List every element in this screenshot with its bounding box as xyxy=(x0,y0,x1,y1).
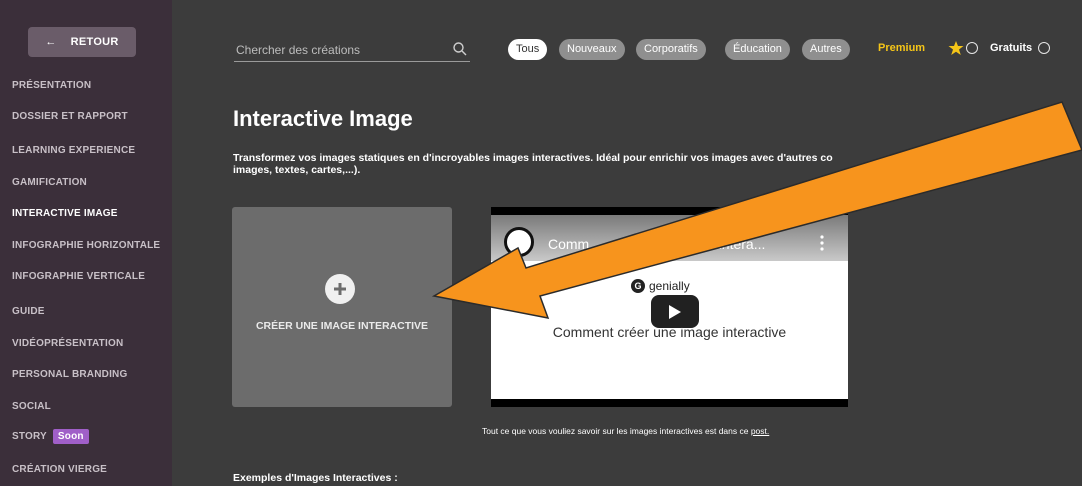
sidebar-item-personal-branding[interactable]: PERSONAL BRANDING xyxy=(12,369,127,380)
sidebar-item-label: LEARNING EXPERIENCE xyxy=(12,145,136,156)
app-window: ← RETOUR PRÉSENTATION DOSSIER ET RAPPORT… xyxy=(0,0,1082,486)
description-line-2: images, textes, cartes,...). xyxy=(233,164,361,176)
video-title-end: ge intera... xyxy=(699,236,766,252)
description-line-1: Transformez vos images statiques en d'in… xyxy=(233,152,833,164)
video-subtitle: Comment créer une image interactive xyxy=(552,324,787,340)
examples-heading: Exemples d'Images Interactives : xyxy=(233,472,398,484)
premium-label: Premium xyxy=(878,42,926,54)
plus-icon xyxy=(325,274,355,304)
sidebar-item-interactive-image[interactable]: INTERACTIVE IMAGE xyxy=(12,208,118,219)
sidebar-item-presentation[interactable]: PRÉSENTATION xyxy=(12,80,91,91)
video-frame: Comm ge intera... G genially Comment crée… xyxy=(491,215,848,399)
arrow-left-icon: ← xyxy=(45,36,57,48)
sidebar-item-label: CRÉATION VIERGE xyxy=(12,464,108,475)
description-line-1-end: vidéos, xyxy=(955,152,992,164)
sidebar-item-label: INFOGRAPHIE HORIZONTALE xyxy=(12,240,161,251)
sidebar-item-videopresentation[interactable]: VIDÉOPRÉSENTATION xyxy=(12,338,123,349)
page-description: Transformez vos images statiques en d'in… xyxy=(233,152,1063,176)
sidebar-item-social[interactable]: SOCIAL xyxy=(12,401,51,412)
sidebar-item-label: PRÉSENTATION xyxy=(12,80,92,91)
filter-education[interactable]: Éducation xyxy=(725,39,790,60)
sidebar-item-infographie-horizontale[interactable]: INFOGRAPHIE HORIZONTALE xyxy=(12,240,160,251)
filter-tous[interactable]: Tous xyxy=(508,39,548,60)
page-title: Interactive Image xyxy=(233,106,413,131)
sidebar-item-label: INFOGRAPHIE VERTICALE xyxy=(12,271,146,282)
main-content: Tous Nouveaux Corporatifs Éducation Autr… xyxy=(172,0,1082,486)
filter-nouveaux[interactable]: Nouveaux xyxy=(559,39,625,60)
search-input[interactable] xyxy=(236,40,436,60)
sidebar-item-story[interactable]: STORY Soon xyxy=(12,429,89,444)
kebab-menu-icon[interactable] xyxy=(820,235,824,251)
search-icon[interactable] xyxy=(452,41,468,57)
sidebar-item-label: PERSONAL BRANDING xyxy=(12,369,128,380)
back-button-label: RETOUR xyxy=(70,36,119,48)
genially-brand: G genially xyxy=(631,279,690,293)
search-bar xyxy=(234,40,470,62)
sidebar-item-creation-vierge[interactable]: CRÉATION VIERGE xyxy=(12,464,107,475)
sidebar-item-learning-experience[interactable]: LEARNING EXPERIENCE xyxy=(12,145,135,156)
sidebar-item-label: SOCIAL xyxy=(12,401,51,412)
sidebar-item-gamification[interactable]: GAMIFICATION xyxy=(12,177,87,188)
star-icon xyxy=(948,41,964,55)
sidebar-item-label: STORY xyxy=(12,431,47,443)
filter-autres[interactable]: Autres xyxy=(802,39,850,60)
premium-radio[interactable] xyxy=(966,42,978,54)
create-interactive-image-card[interactable]: CRÉER UNE IMAGE INTERACTIVE xyxy=(232,207,452,407)
sidebar-item-label: GAMIFICATION xyxy=(12,177,87,188)
back-button[interactable]: ← RETOUR xyxy=(28,27,136,57)
video-caption: Tout ce que vous vouliez savoir sur les … xyxy=(482,426,769,436)
sidebar-item-label: DOSSIER ET RAPPORT xyxy=(12,111,128,122)
genially-brand-text: genially xyxy=(649,279,690,293)
video-title-start: Comm xyxy=(548,236,590,252)
sidebar-item-infographie-verticale[interactable]: INFOGRAPHIE VERTICALE xyxy=(12,271,145,282)
sidebar-item-label: GUIDE xyxy=(12,306,45,317)
video-embed[interactable]: Comm ge intera... G genially Comment crée… xyxy=(491,207,848,407)
genially-logo-icon: G xyxy=(631,279,645,293)
channel-logo-icon[interactable] xyxy=(504,227,534,257)
sidebar: ← RETOUR PRÉSENTATION DOSSIER ET RAPPORT… xyxy=(0,0,172,486)
filter-corporatifs[interactable]: Corporatifs xyxy=(636,39,706,60)
create-label: CRÉER UNE IMAGE INTERACTIVE xyxy=(255,320,429,332)
soon-badge: Soon xyxy=(52,429,89,444)
post-link[interactable]: post. xyxy=(751,426,769,436)
video-topbar: Comm ge intera... xyxy=(491,215,848,261)
sidebar-item-guide[interactable]: GUIDE xyxy=(12,306,45,317)
sidebar-item-dossier-et-rapport[interactable]: DOSSIER ET RAPPORT xyxy=(12,111,128,122)
play-icon xyxy=(669,304,681,319)
video-title[interactable]: Comm ge intera... xyxy=(548,236,765,252)
gratuits-label: Gratuits xyxy=(990,42,1033,54)
sidebar-item-label: VIDÉOPRÉSENTATION xyxy=(12,338,124,349)
sidebar-item-label: INTERACTIVE IMAGE xyxy=(12,208,118,219)
gratuits-radio[interactable] xyxy=(1038,42,1050,54)
caption-text: Tout ce que vous vouliez savoir sur les … xyxy=(482,426,751,436)
